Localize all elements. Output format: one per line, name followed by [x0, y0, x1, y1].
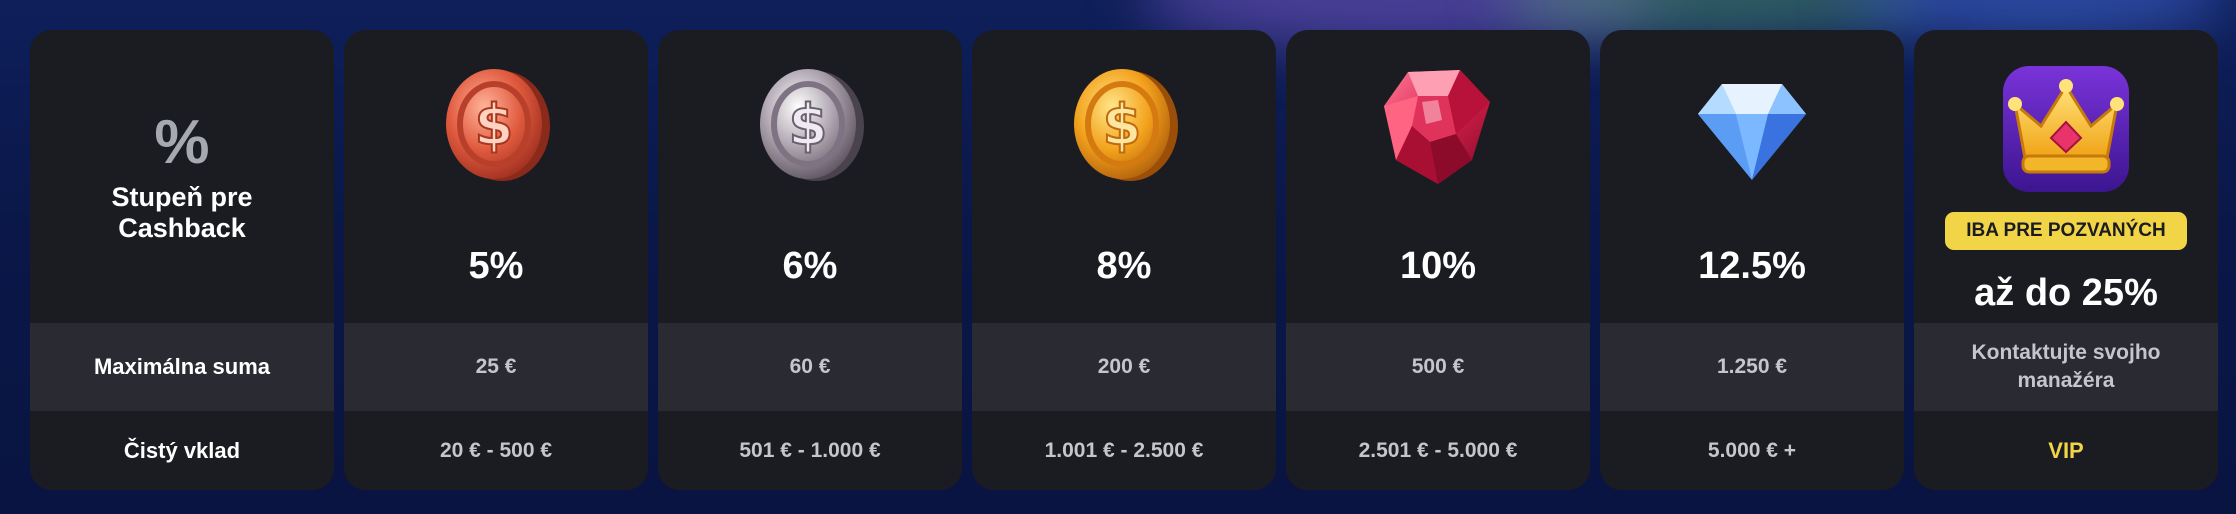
- cashback-tier-table: % Stupeň pre Cashback Maximálna suma Čis…: [30, 30, 2236, 490]
- net-deposit-label: Čistý vklad: [123, 437, 241, 463]
- tier-max-amount: 25 €: [475, 355, 517, 378]
- max-amount-label: Maximálna suma: [93, 354, 271, 379]
- crown-icon: [2003, 66, 2129, 192]
- gold-coin-icon: $: [1074, 69, 1178, 181]
- tier-title: Stupeň pre Cashback: [111, 182, 253, 243]
- tier-percent: 10%: [1399, 245, 1477, 287]
- ruby-gem-icon: [1384, 70, 1490, 184]
- tier-column-ruby: 10% 500 € 2.501 € - 5.000 €: [1286, 30, 1590, 490]
- label-column: % Stupeň pre Cashback Maximálna suma Čis…: [30, 30, 334, 490]
- tier-net-deposit: 2.501 € - 5.000 €: [1358, 438, 1518, 462]
- tier-max-amount: 500 €: [1411, 355, 1465, 378]
- tier-net-deposit: 1.001 € - 2.500 €: [1044, 438, 1204, 462]
- tier-column-vip: IBA PRE POZVANÝCH až do 25% Kontaktujte …: [1914, 30, 2218, 490]
- diamond-icon: [1698, 84, 1806, 180]
- tier-column-bronze: $ 5% 25 € 20 € - 500 €: [344, 30, 648, 490]
- tier-percent: 5%: [468, 245, 524, 287]
- percent-icon: %: [154, 108, 210, 177]
- tier-percent: až do 25%: [1974, 272, 2158, 314]
- tier-max-amount: 1.250 €: [1716, 355, 1788, 378]
- tier-net-deposit: 501 € - 1.000 €: [739, 438, 881, 462]
- tier-max-amount: 60 €: [789, 355, 831, 378]
- tier-max-amount: 200 €: [1097, 355, 1151, 378]
- svg-text:$: $: [789, 93, 828, 158]
- svg-text:$: $: [475, 93, 514, 158]
- bronze-coin-icon: $: [446, 69, 550, 181]
- tier-percent: 8%: [1096, 245, 1152, 287]
- tier-column-gold: $ 8% 200 € 1.001 € - 2.500 €: [972, 30, 1276, 490]
- svg-text:$: $: [1103, 93, 1142, 158]
- tier-percent: 12.5%: [1698, 245, 1806, 287]
- tier-column-silver: $ 6% 60 € 501 € - 1.000 €: [658, 30, 962, 490]
- invite-only-badge: IBA PRE POZVANÝCH: [1945, 212, 2187, 250]
- max-amount-row-header: Maximálna suma: [30, 323, 334, 411]
- vip-label: VIP: [2048, 437, 2084, 463]
- contact-manager-text: Kontaktujte svojho manažéra: [1971, 341, 2161, 392]
- tier-net-deposit: 5.000 € +: [1707, 438, 1797, 462]
- tier-column-diamond: 12.5% 1.250 € 5.000 € +: [1600, 30, 1904, 490]
- net-deposit-row-header: Čistý vklad: [30, 411, 334, 490]
- silver-coin-icon: $: [760, 69, 864, 181]
- tier-net-deposit: 20 € - 500 €: [439, 438, 553, 462]
- label-column-header: % Stupeň pre Cashback: [30, 30, 334, 323]
- tier-percent: 6%: [782, 245, 838, 287]
